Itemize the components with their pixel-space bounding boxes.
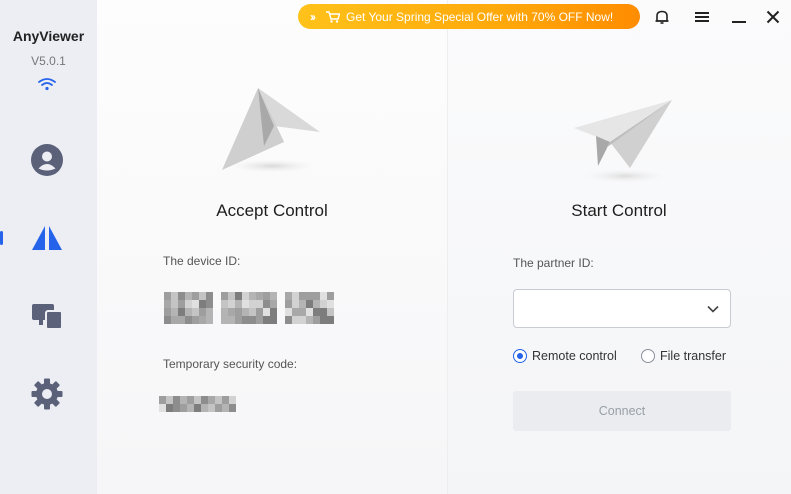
radio-unselected-icon xyxy=(641,349,655,363)
security-code-value-redacted xyxy=(159,396,236,412)
chevron-down-icon[interactable] xyxy=(706,302,720,316)
file-transfer-label: File transfer xyxy=(660,349,726,363)
notification-button[interactable] xyxy=(649,4,675,30)
active-indicator xyxy=(0,231,3,245)
minimize-button[interactable] xyxy=(726,4,752,30)
partner-id-input[interactable] xyxy=(514,290,694,327)
accept-control-title: Accept Control xyxy=(216,201,328,220)
sidebar-item-control[interactable] xyxy=(27,218,67,258)
paper-plane-start-illustration xyxy=(574,100,672,183)
minimize-icon xyxy=(732,21,746,23)
remote-control-radio[interactable]: Remote control xyxy=(513,349,617,363)
paper-plane-accept-illustration xyxy=(222,88,320,173)
double-chevron-icon: ›› xyxy=(310,9,316,24)
promo-text: Get Your Spring Special Offer with 70% O… xyxy=(346,9,614,24)
sidebar: AnyViewer V5.0.1 xyxy=(0,0,97,494)
close-button[interactable] xyxy=(760,4,786,30)
partner-id-label: The partner ID: xyxy=(513,256,594,270)
gear-icon xyxy=(31,378,63,410)
close-icon xyxy=(766,10,780,24)
accept-control-panel xyxy=(97,0,447,494)
hamburger-icon xyxy=(695,12,709,22)
user-icon xyxy=(31,144,63,176)
security-code-label: Temporary security code: xyxy=(163,357,298,371)
promo-banner[interactable]: ›› Get Your Spring Special Offer with 70… xyxy=(298,4,640,29)
sidebar-item-settings[interactable] xyxy=(27,374,67,414)
partner-id-combobox[interactable] xyxy=(513,289,731,328)
wifi-icon xyxy=(38,78,56,91)
bell-icon xyxy=(655,10,669,24)
start-control-title: Start Control xyxy=(571,201,667,220)
device-id-value-redacted xyxy=(164,292,334,324)
connect-button[interactable]: Connect xyxy=(513,391,731,431)
device-id-label: The device ID: xyxy=(163,254,241,268)
sidebar-item-devices[interactable] xyxy=(27,296,67,336)
menu-button[interactable] xyxy=(689,4,715,30)
sidebar-item-account[interactable] xyxy=(27,140,67,180)
remote-control-label: Remote control xyxy=(532,349,617,363)
file-transfer-radio[interactable]: File transfer xyxy=(641,349,726,363)
cart-icon xyxy=(326,10,340,23)
anyviewer-logo-icon xyxy=(32,226,62,250)
app-version: V5.0.1 xyxy=(31,54,66,68)
devices-icon xyxy=(32,304,63,330)
app-name: AnyViewer xyxy=(12,28,85,44)
radio-selected-icon xyxy=(513,349,527,363)
